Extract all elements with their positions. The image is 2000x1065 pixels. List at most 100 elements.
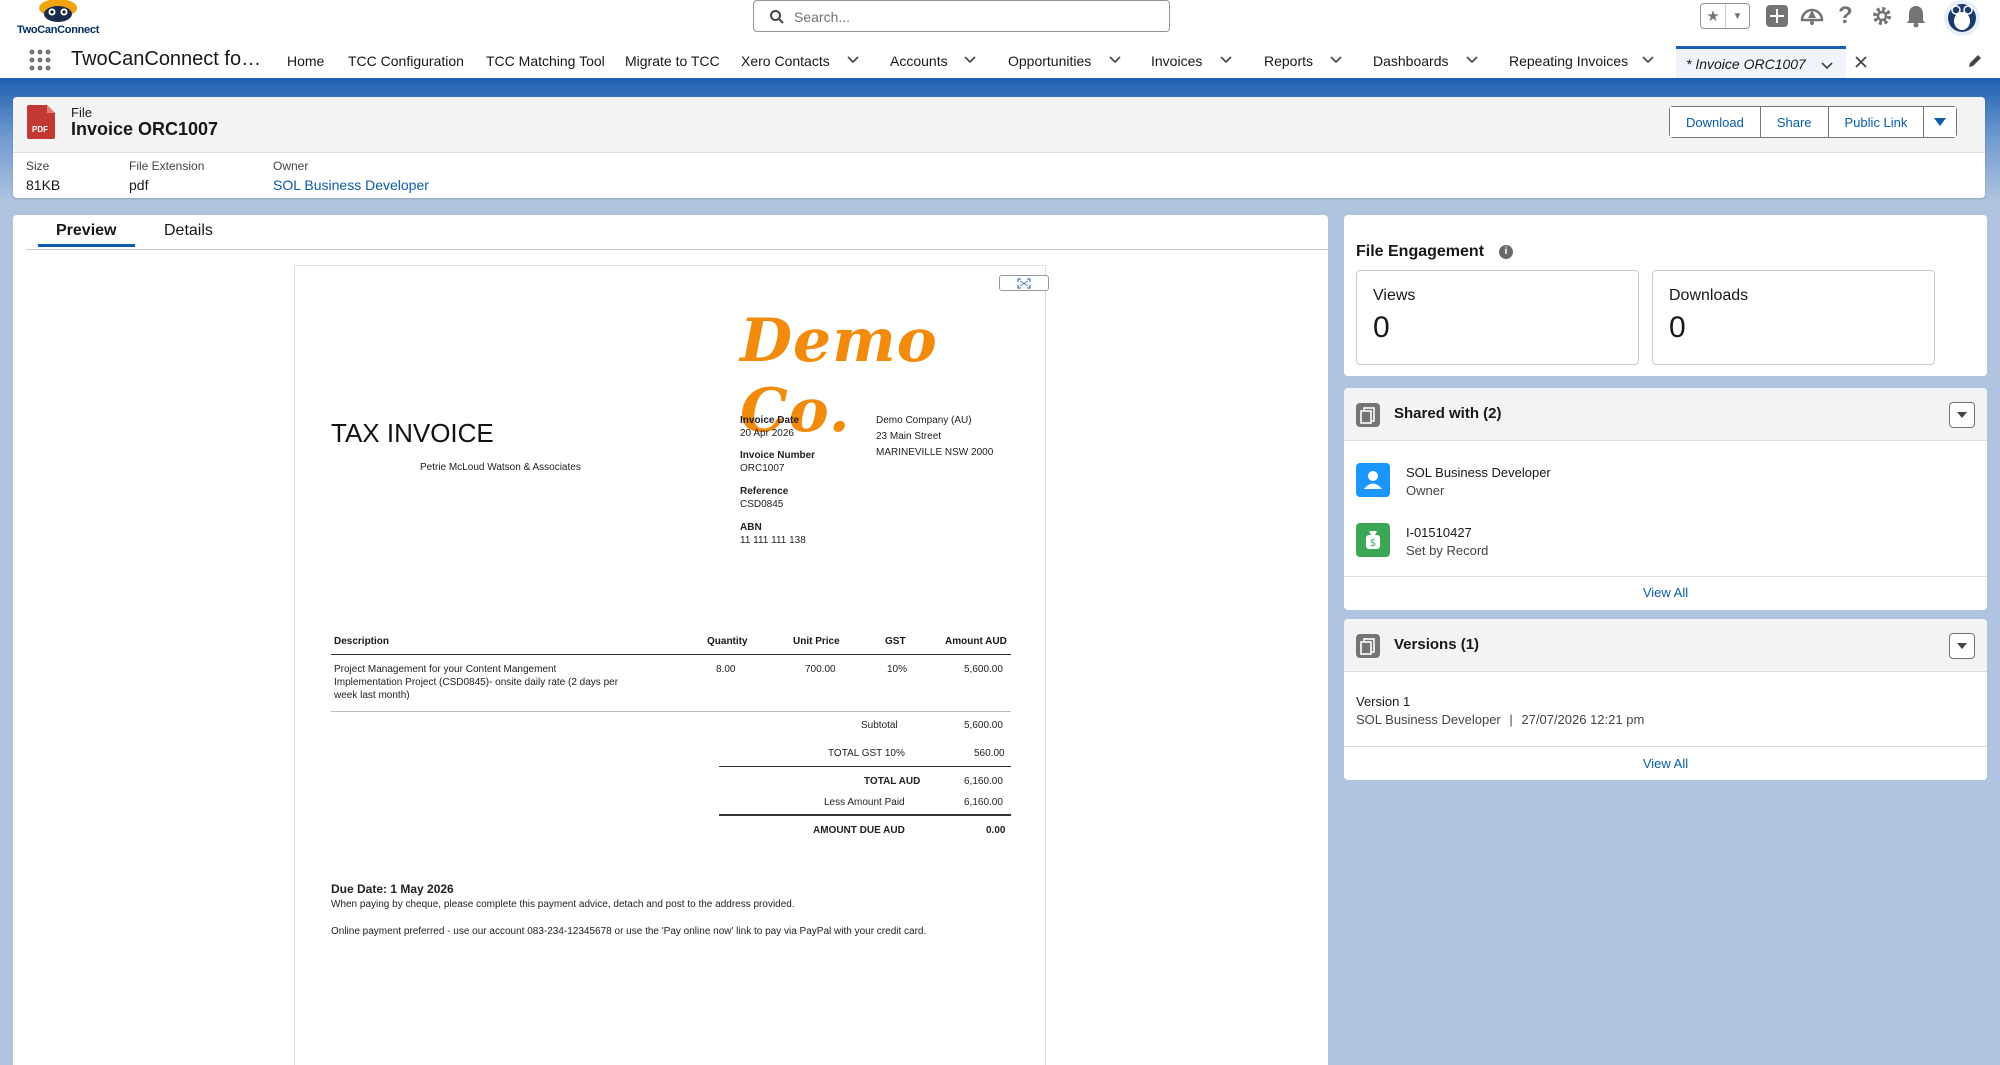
nav-repeating-invoices[interactable]: Repeating Invoices: [1509, 53, 1628, 69]
bill-to: Petrie McLoud Watson & Associates: [420, 462, 581, 473]
chevron-down-icon[interactable]: [1465, 53, 1479, 67]
nav-xero-contacts[interactable]: Xero Contacts: [741, 53, 830, 69]
chevron-down-icon[interactable]: [1329, 53, 1343, 67]
download-button[interactable]: Download: [1670, 107, 1761, 137]
chevron-down-icon[interactable]: [846, 53, 860, 67]
view-all-versions-link[interactable]: View All: [1344, 756, 1987, 771]
nav-accounts[interactable]: Accounts: [890, 53, 948, 69]
col-description: Description: [334, 636, 390, 647]
preview-panel: Preview Details Demo Co. TAX INVOICE Pet…: [13, 215, 1328, 1065]
invoice-date: 20 Apr 2026: [740, 428, 794, 439]
abn: 11 111 111 138: [740, 535, 806, 546]
card-title: File Engagement: [1356, 243, 1485, 260]
line-rule: [331, 711, 1011, 712]
invoice-heading: TAX INVOICE: [331, 418, 494, 448]
nav-opportunities[interactable]: Opportunities: [1008, 53, 1091, 69]
nav-dashboards[interactable]: Dashboards: [1373, 53, 1449, 69]
chevron-down-icon[interactable]: [1641, 53, 1655, 67]
abn-label: ABN: [740, 522, 762, 533]
trailhead-icon[interactable]: [1799, 4, 1825, 28]
user-profile-icon: [1948, 4, 1976, 32]
logo-text: TwoCanConnect: [17, 24, 100, 36]
gst-total-value: 560.00: [974, 748, 1005, 759]
global-search-input[interactable]: Search...: [753, 0, 1170, 32]
share-button[interactable]: Share: [1760, 107, 1829, 137]
active-tab-indicator: [38, 244, 135, 247]
share-name[interactable]: SOL Business Developer: [1406, 465, 1551, 480]
payment-note: When paying by cheque, please complete t…: [331, 899, 795, 910]
share-role: Owner: [1406, 483, 1445, 498]
line-description: week last month): [334, 690, 410, 701]
card-menu-button[interactable]: [1949, 402, 1975, 428]
version-label[interactable]: Version 1: [1356, 694, 1410, 709]
app-navigation-bar: TwoCanConnect fo… Home TCC Configuration…: [0, 40, 2000, 81]
search-icon: [770, 10, 784, 24]
record-tabs: Preview Details: [26, 215, 1328, 250]
more-actions-button[interactable]: [1924, 107, 1957, 137]
meta-separator: |: [1509, 712, 1513, 727]
svg-text:$: $: [1370, 538, 1376, 549]
app-logo[interactable]: TwoCanConnect: [14, 0, 106, 38]
public-link-button[interactable]: Public Link: [1828, 107, 1925, 137]
invoice-number: ORC1007: [740, 463, 785, 474]
version-meta: SOL Business Developer | 27/07/2026 12:2…: [1356, 712, 1644, 727]
nav-tcc-configuration[interactable]: TCC Configuration: [348, 53, 464, 69]
subtotal-label: Subtotal: [861, 720, 898, 731]
pdf-preview[interactable]: Demo Co. TAX INVOICE Petrie McLoud Watso…: [294, 265, 1049, 1065]
favorites-button-group[interactable]: ★ ▼: [1700, 3, 1750, 29]
due-date: Due Date: 1 May 2026: [331, 882, 454, 896]
paid-label: Less Amount Paid: [824, 797, 905, 808]
notifications-bell-icon[interactable]: [1905, 4, 1927, 28]
line-description: Implementation Project (CSD0845)- onsite…: [334, 677, 619, 688]
edit-nav-pencil-icon[interactable]: [1967, 53, 1983, 69]
field-file-extension: File Extension pdf: [129, 159, 204, 193]
card-menu-button[interactable]: [1949, 633, 1975, 659]
tab-preview[interactable]: Preview: [56, 222, 116, 240]
record-actions: Download Share Public Link: [1669, 106, 1958, 138]
nav-tcc-matching-tool[interactable]: TCC Matching Tool: [486, 53, 605, 69]
global-actions-icon[interactable]: [1765, 4, 1789, 28]
expand-preview-button[interactable]: [999, 275, 1049, 291]
chevron-down-icon[interactable]: [963, 53, 977, 67]
col-unit-price: Unit Price: [793, 636, 840, 647]
chevron-down-icon[interactable]: [1108, 53, 1122, 67]
chevron-down-icon[interactable]: [1219, 53, 1233, 67]
star-icon[interactable]: ★: [1701, 4, 1725, 28]
metric-label: Views: [1373, 287, 1416, 304]
setup-gear-icon[interactable]: [1871, 5, 1893, 27]
metric-value: 0: [1373, 311, 1390, 344]
record-header-top: PDF File Invoice ORC1007 Download Share …: [13, 97, 1985, 153]
nav-reports[interactable]: Reports: [1264, 53, 1313, 69]
close-tab-icon[interactable]: [1855, 56, 1867, 68]
expand-icon: [1017, 278, 1031, 289]
app-launcher-icon[interactable]: [29, 49, 51, 71]
col-amount: Amount AUD: [945, 636, 1007, 647]
shared-with-card: Shared with (2) SOL Business Developer O…: [1344, 388, 1987, 610]
share-name[interactable]: I-01510427: [1406, 525, 1472, 540]
invoice-date-label: Invoice Date: [740, 415, 799, 426]
chevron-down-icon[interactable]: [1820, 59, 1834, 73]
nav-home[interactable]: Home: [287, 53, 324, 69]
tab-invoice-orc1007[interactable]: * Invoice ORC1007: [1676, 46, 1846, 80]
tab-details[interactable]: Details: [164, 222, 213, 240]
info-icon[interactable]: i: [1499, 245, 1513, 259]
owner-link[interactable]: SOL Business Developer: [273, 177, 429, 193]
pdf-file-icon: PDF: [27, 105, 55, 139]
downloads-metric: Downloads 0: [1652, 270, 1935, 365]
user-icon: [1356, 463, 1390, 497]
versions-card: Versions (1) Version 1 SOL Business Deve…: [1344, 619, 1987, 780]
field-owner: Owner SOL Business Developer: [273, 159, 429, 193]
total-value: 6,160.00: [964, 776, 1003, 787]
record-money-bag-icon: $: [1356, 523, 1390, 557]
chevron-down-icon[interactable]: ▼: [1725, 4, 1749, 28]
user-avatar[interactable]: [1944, 0, 1980, 36]
share-role: Set by Record: [1406, 543, 1489, 558]
line-amount: 5,600.00: [964, 664, 1003, 675]
help-icon[interactable]: ?: [1838, 2, 1853, 30]
view-all-shared-link[interactable]: View All: [1344, 585, 1987, 600]
nav-migrate-to-tcc[interactable]: Migrate to TCC: [625, 53, 720, 69]
amount-due-rule: [719, 814, 1011, 816]
line-description: Project Management for your Content Mang…: [334, 664, 557, 675]
from-address-line: 23 Main Street: [876, 431, 942, 442]
nav-invoices[interactable]: Invoices: [1151, 53, 1202, 69]
